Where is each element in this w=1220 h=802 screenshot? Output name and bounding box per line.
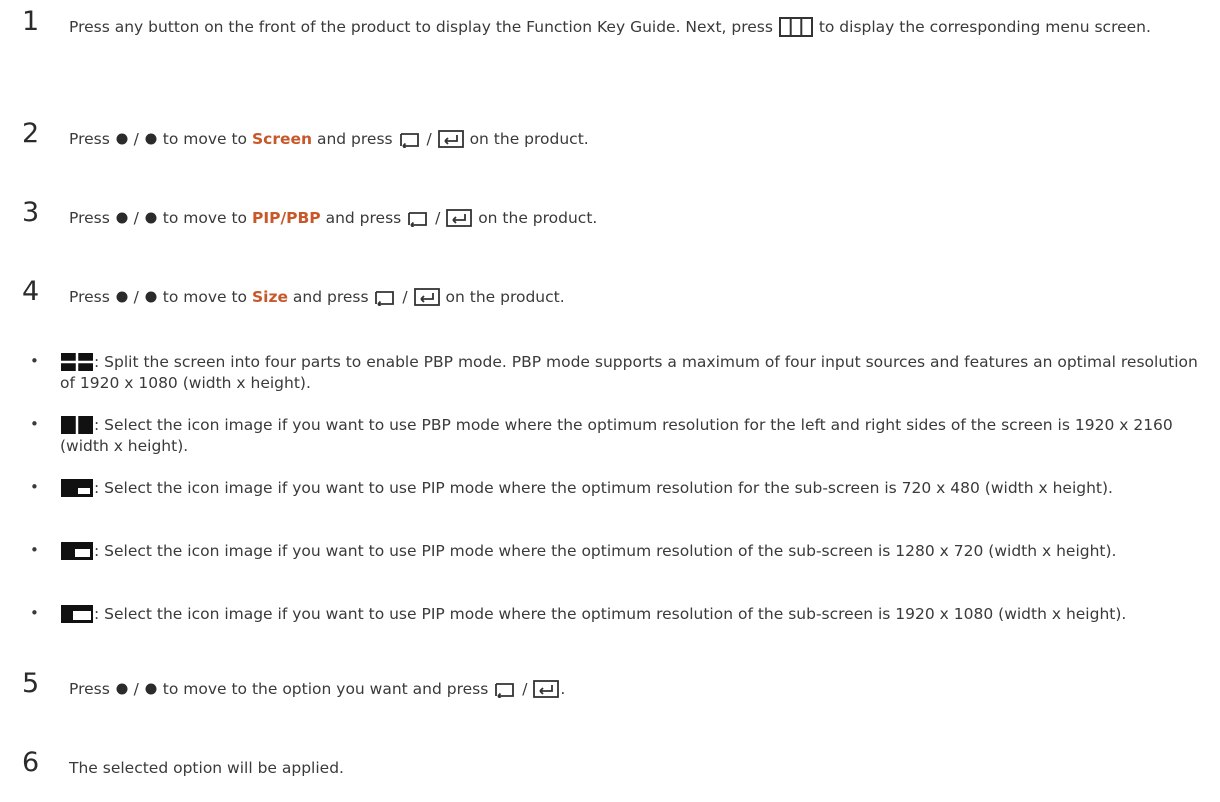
step-text-part: Press any button on the front of the pro…	[69, 18, 778, 36]
step-text-part: on the product.	[440, 288, 565, 306]
bullet-text: : Select the icon image if you want to u…	[60, 415, 1200, 457]
separator: /	[133, 209, 139, 227]
bullet-marker: •	[30, 478, 39, 496]
step-text-part: to display the corresponding menu screen…	[813, 18, 1151, 36]
menu-item-highlight: Size	[251, 288, 288, 306]
step-text-part: to move to	[157, 288, 252, 306]
step-number: 3	[22, 197, 40, 228]
step-text-part: and press	[320, 209, 407, 227]
bullet-marker: •	[30, 415, 39, 433]
step-text: Press any button on the front of the pro…	[69, 12, 1199, 42]
bullet-text: : Select the icon image if you want to u…	[60, 478, 1200, 499]
step-text: Press / to move to the option you want a…	[69, 674, 1199, 704]
separator: /	[133, 680, 139, 698]
return-icon	[494, 680, 516, 698]
step-text: The selected option will be applied.	[69, 753, 1199, 783]
step-text: Press / to move to PIP/PBP and press / o…	[69, 203, 1199, 233]
step-text-part: and press	[312, 130, 398, 148]
bullet-text-content: : Select the icon image if you want to u…	[94, 605, 1127, 623]
down-button-icon	[145, 683, 157, 695]
enter-icon	[533, 679, 560, 698]
separator: /	[426, 130, 432, 148]
down-button-icon	[145, 133, 157, 145]
bullet-text: : Select the icon image if you want to u…	[60, 541, 1200, 562]
step-text-part: on the product.	[473, 209, 598, 227]
up-button-icon	[116, 212, 128, 224]
pip-medium-icon	[61, 541, 93, 560]
separator: /	[402, 288, 408, 306]
menu-item-highlight: Screen	[251, 130, 313, 148]
step-text-part: The selected option will be applied.	[69, 759, 344, 777]
step-number: 2	[22, 118, 40, 149]
separator: /	[133, 288, 139, 306]
down-button-icon	[145, 291, 157, 303]
bullet-text-content: : Select the icon image if you want to u…	[94, 479, 1113, 497]
bullet-marker: •	[30, 604, 39, 622]
menu-item-highlight: PIP/PBP	[251, 209, 321, 227]
step-text-part: to move to	[157, 130, 252, 148]
step-text-part: Press	[69, 130, 115, 148]
up-button-icon	[116, 683, 128, 695]
step-number: 4	[22, 276, 40, 307]
bullet-marker: •	[30, 541, 39, 559]
return-icon	[407, 209, 429, 227]
step-text-part: and press	[287, 288, 374, 306]
menu-icon	[778, 16, 813, 37]
bullet-text-content: : Split the screen into four parts to en…	[60, 353, 1198, 392]
separator: /	[435, 209, 441, 227]
step-text-part: Press	[69, 209, 115, 227]
enter-icon	[413, 287, 440, 306]
return-icon	[374, 288, 396, 306]
step-text-part: on the product.	[464, 130, 589, 148]
step-number: 5	[22, 668, 40, 699]
return-icon	[399, 130, 421, 148]
separator: /	[522, 680, 528, 698]
step-number: 1	[22, 6, 40, 37]
bullet-text: : Select the icon image if you want to u…	[60, 604, 1200, 625]
pip-large-icon	[61, 604, 93, 623]
step-text: Press / to move to Screen and press / on…	[69, 124, 1199, 154]
bullet-marker: •	[30, 352, 39, 370]
up-button-icon	[116, 133, 128, 145]
bullet-text-content: : Select the icon image if you want to u…	[94, 542, 1117, 560]
bullet-text: : Split the screen into four parts to en…	[60, 352, 1200, 394]
step-text-part: .	[560, 680, 566, 698]
step-text-part: to move to the option you want and press	[157, 680, 494, 698]
bullet-text-content: : Select the icon image if you want to u…	[60, 416, 1173, 455]
step-text: Press / to move to Size and press / on t…	[69, 282, 1199, 312]
step-text-part: Press	[69, 288, 115, 306]
step-number: 6	[22, 747, 40, 778]
two-split-icon	[61, 415, 93, 434]
up-button-icon	[116, 291, 128, 303]
separator: /	[133, 130, 139, 148]
enter-icon	[446, 208, 473, 227]
four-split-icon	[61, 352, 93, 371]
step-text-part: Press	[69, 680, 115, 698]
pip-small-icon	[61, 478, 93, 497]
down-button-icon	[145, 212, 157, 224]
step-text-part: to move to	[157, 209, 252, 227]
enter-icon	[437, 129, 464, 148]
